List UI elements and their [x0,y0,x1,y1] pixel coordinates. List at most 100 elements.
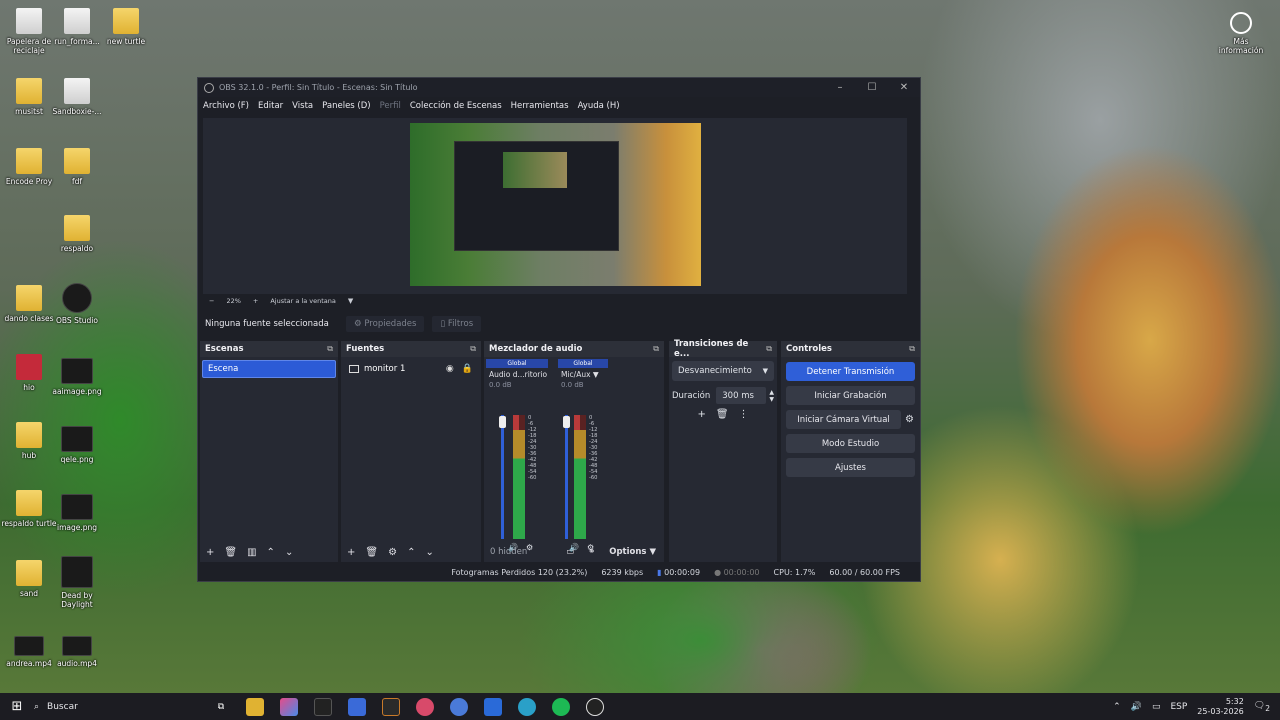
duration-stepper[interactable]: ▲ ▼ [769,389,774,403]
remove-transition-button[interactable]: 🗑 [716,409,729,420]
spotify-icon[interactable] [552,697,570,716]
epic-games-icon[interactable] [382,697,400,716]
add-transition-button[interactable]: + [697,409,705,420]
menu-herramientas[interactable]: Herramientas [511,101,569,111]
store-icon[interactable] [348,697,366,716]
desktop-folder-icon[interactable]: new turtle [97,8,155,46]
controls-dock: Controles ⧉ Detener Transmisión Iniciar G… [781,341,920,562]
desktop-image-icon[interactable]: qele.png [48,426,106,464]
window-title: OBS 32.1.0 - Perfil: Sin Título - Escena… [219,83,418,92]
stop-streaming-button[interactable]: Detener Transmisión [786,362,915,381]
menu-archivo[interactable]: Archivo (F) [203,101,249,111]
meter-scale: 0 -6 -12 -18 -24 -30 -36 -42 -48 -54 -60 [589,415,598,481]
channel-volume: 0.0 dB [561,381,584,389]
file-explorer-icon[interactable] [246,697,264,716]
obs-studio-icon[interactable]: OBS Studio [48,283,106,325]
outlook-icon[interactable] [484,697,502,716]
layout-icon[interactable]: ▭ [566,547,574,557]
add-scene-button[interactable]: + [206,547,214,558]
status-bar: Fotogramas Perdidos 120 (23.2%) 6239 kbp… [198,563,920,581]
remove-scene-button[interactable]: 🗑 [224,547,237,558]
preview-canvas[interactable] [410,123,701,286]
virtual-camera-settings-icon[interactable]: ⚙ [905,414,914,425]
link-icon[interactable]: ⚭ [588,547,595,557]
undock-icon[interactable]: ⧉ [470,344,476,354]
source-item[interactable]: monitor 1 ◉ 🔒 [343,360,479,378]
eye-icon[interactable]: ◉ [446,364,454,374]
menu-perfil[interactable]: Perfil [380,101,401,111]
properties-button[interactable]: ⚙ Propiedades [346,316,425,332]
minimize-icon[interactable]: – [824,82,856,93]
menu-editar[interactable]: Editar [258,101,283,111]
language-indicator[interactable]: ESP [1170,702,1187,712]
desktop-folder-icon[interactable]: respaldo [48,215,106,253]
copilot-icon[interactable] [280,697,298,716]
undock-icon[interactable]: ⧉ [327,344,333,354]
move-down-button[interactable]: ⌄ [285,547,293,558]
transition-select[interactable]: Desvanecimiento ▼ [672,361,774,381]
menu-ayuda[interactable]: Ayuda (H) [578,101,620,111]
move-down-button[interactable]: ⌄ [425,547,433,558]
duration-input[interactable]: 300 ms [716,387,767,404]
network-icon[interactable]: ▭ [1152,702,1161,712]
volume-icon[interactable]: 🔊 [1131,702,1142,712]
move-up-button[interactable]: ⌃ [407,547,415,558]
maximize-icon[interactable]: ☐ [856,82,888,93]
obs-icon[interactable] [586,697,604,716]
transitions-title: Transiciones de e... [674,339,749,359]
menu-vista[interactable]: Vista [292,101,313,111]
filters-button[interactable]: ▯ Filtros [432,316,482,332]
move-up-button[interactable]: ⌃ [267,547,275,558]
settings-button[interactable]: Ajustes [786,458,915,477]
studio-mode-button[interactable]: Modo Estudio [786,434,915,453]
record-time: 00:00:00 [723,567,760,577]
scene-filters-button[interactable]: ▥ [247,547,256,558]
edge-icon[interactable] [518,697,536,716]
options-button[interactable]: Options ▼ [609,547,656,557]
volume-slider[interactable] [501,415,504,539]
desktop-file-icon[interactable]: Sandboxie-... [48,78,106,116]
notification-icon[interactable]: 🗨2 [1254,701,1270,713]
app-icon[interactable] [314,697,332,716]
start-icon[interactable]: ⊞ [8,698,26,716]
zoom-in-button[interactable]: + [253,297,258,305]
more-info-icon[interactable]: Más información [1212,12,1270,55]
chevron-up-icon[interactable]: ⌃ [1113,702,1121,712]
search-box[interactable]: ⌕ Buscar [34,702,204,712]
desktop-folder-icon[interactable]: fdf [48,148,106,186]
menu-bar: Archivo (F) Editar Vista Paneles (D) Per… [198,97,920,115]
zoom-fit-select[interactable]: Ajustar a la ventana [270,297,336,305]
scene-item[interactable]: Escena [202,360,336,378]
remove-source-button[interactable]: 🗑 [365,547,378,558]
desktop-image-icon[interactable]: aaimage.png [48,358,106,396]
volume-slider[interactable] [565,415,568,539]
undock-icon[interactable]: ⧉ [766,344,772,354]
start-recording-button[interactable]: Iniciar Grabación [786,386,915,405]
undock-icon[interactable]: ⧉ [653,344,659,354]
close-icon[interactable]: ✕ [888,82,920,93]
more-options-icon[interactable]: ⋮ [739,409,749,420]
chrome-icon[interactable] [416,697,434,716]
start-virtual-camera-button[interactable]: Iniciar Cámara Virtual [786,410,902,429]
undock-icon[interactable]: ⧉ [909,344,915,354]
add-source-button[interactable]: + [347,547,355,558]
volume-knob[interactable] [563,416,570,428]
app-icon[interactable] [450,697,468,716]
lock-icon[interactable]: 🔒 [462,364,473,374]
task-view-icon[interactable]: ⧉ [212,698,230,716]
preview-area[interactable] [203,118,907,294]
channel-name[interactable]: Audio d...ritorio ▼ [486,368,548,381]
dead-by-daylight-icon[interactable]: Dead by Daylight [48,556,106,609]
chevron-down-icon[interactable]: ▼ [348,297,353,305]
clock[interactable]: 5:32 25-03-2026 [1197,697,1244,717]
level-meter [580,415,586,539]
menu-paneles[interactable]: Paneles (D) [322,101,370,111]
channel-name[interactable]: Mic/Aux ▼ [558,368,608,381]
volume-knob[interactable] [499,416,506,428]
desktop-video-icon[interactable]: audio.mp4 [48,636,106,668]
desktop-image-icon[interactable]: image.png [48,494,106,532]
source-settings-button[interactable]: ⚙ [388,547,397,558]
zoom-out-button[interactable]: − [209,297,214,305]
menu-coleccion-escenas[interactable]: Colección de Escenas [410,101,502,111]
mixer-title: Mezclador de audio [489,344,583,354]
